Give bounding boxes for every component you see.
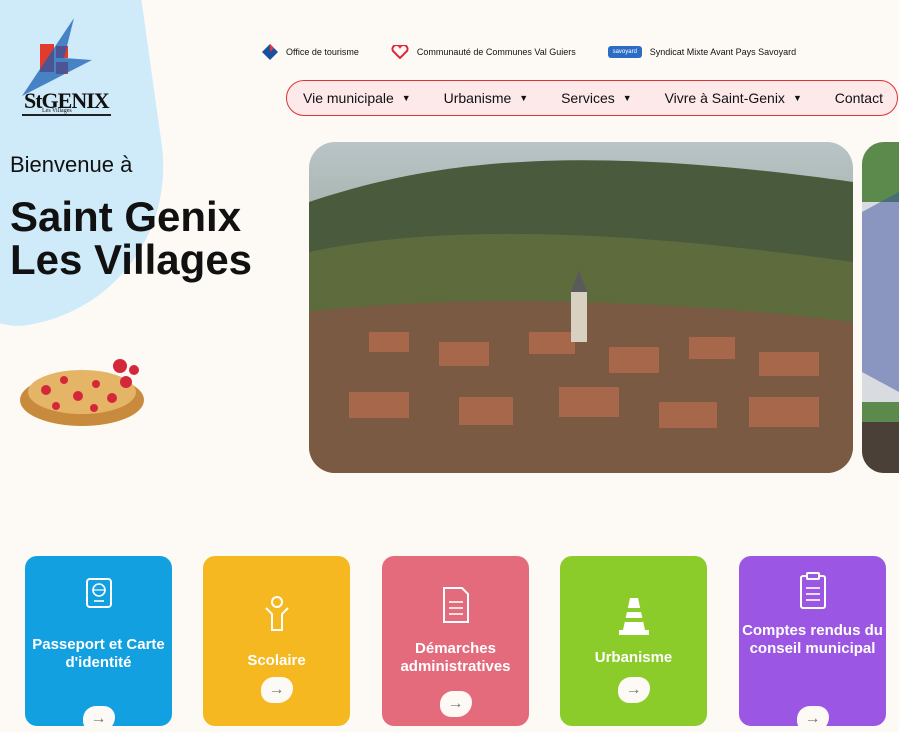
card-label: Passeport et Carte d'identité [32, 636, 165, 671]
hero-village-photo [309, 142, 853, 473]
top-links: Office de tourisme Communauté de Commune… [262, 44, 893, 60]
card-passeport[interactable]: Passeport et Carte d'identité → [25, 556, 172, 732]
toplink-label: Communauté de Communes Val Guiers [416, 47, 576, 57]
card-label: Scolaire [247, 652, 306, 669]
card-scolaire[interactable]: Scolaire → [203, 556, 350, 726]
nav-label: Urbanisme [443, 90, 512, 106]
card-urbanisme[interactable]: Urbanisme → [560, 556, 707, 726]
passport-icon [85, 578, 112, 608]
heart-icon [391, 45, 409, 59]
caret-down-icon: ▼ [519, 93, 529, 103]
brioche-image [20, 359, 144, 426]
nav-label: Vivre à Saint-Genix [664, 90, 785, 106]
arrow-icon: → [260, 677, 293, 703]
card-demarches[interactable]: Démarches administratives → [382, 556, 529, 726]
toplink-label: Syndicat Mixte Avant Pays Savoyard [649, 47, 797, 57]
welcome-text: Bienvenue à [10, 152, 133, 177]
arrow-icon: → [796, 706, 829, 732]
toplink-label: Office de tourisme [286, 47, 359, 57]
nav-urbanisme[interactable]: Urbanisme ▼ [444, 90, 529, 106]
caret-down-icon: ▼ [792, 93, 802, 103]
hero-next-photo [862, 142, 899, 473]
card-label: Démarches administratives [400, 640, 511, 675]
toplink-val-guiers[interactable]: Communauté de Communes Val Guiers [391, 45, 576, 59]
nav-vivre[interactable]: Vivre à Saint-Genix ▼ [665, 90, 802, 106]
cone-icon [618, 598, 649, 635]
page-title: Saint Genix Les Villages [10, 193, 253, 283]
main-nav: Vie municipale ▼ Urbanisme ▼ Services ▼ … [286, 80, 898, 116]
tourism-icon [262, 44, 278, 60]
clipboard-icon [799, 572, 826, 609]
toplink-tourism[interactable]: Office de tourisme [262, 44, 359, 60]
arrow-icon: → [439, 691, 472, 717]
arrow-icon: → [82, 706, 115, 732]
caret-down-icon: ▼ [401, 93, 411, 103]
logo-subtext: Les Villages [42, 108, 72, 114]
caret-down-icon: ▼ [622, 93, 632, 103]
card-comptes-rendus[interactable]: Comptes rendus du conseil municipal → [739, 556, 886, 732]
nav-label: Vie municipale [303, 90, 394, 106]
card-label: Urbanisme [594, 649, 673, 666]
nav-label: Contact [834, 90, 883, 106]
nav-label: Services [561, 90, 615, 106]
nav-contact[interactable]: Contact [835, 90, 883, 106]
child-icon [264, 596, 289, 631]
nav-services[interactable]: Services ▼ [561, 90, 632, 106]
nav-vie-municipale[interactable]: Vie municipale ▼ [303, 90, 411, 106]
savoyard-logo: savoyard [607, 46, 642, 58]
card-label: Comptes rendus du conseil municipal [742, 622, 883, 657]
toplink-syndicat[interactable]: savoyard Syndicat Mixte Avant Pays Savoy… [607, 46, 797, 58]
arrow-icon: → [617, 677, 650, 703]
document-icon [442, 587, 469, 623]
